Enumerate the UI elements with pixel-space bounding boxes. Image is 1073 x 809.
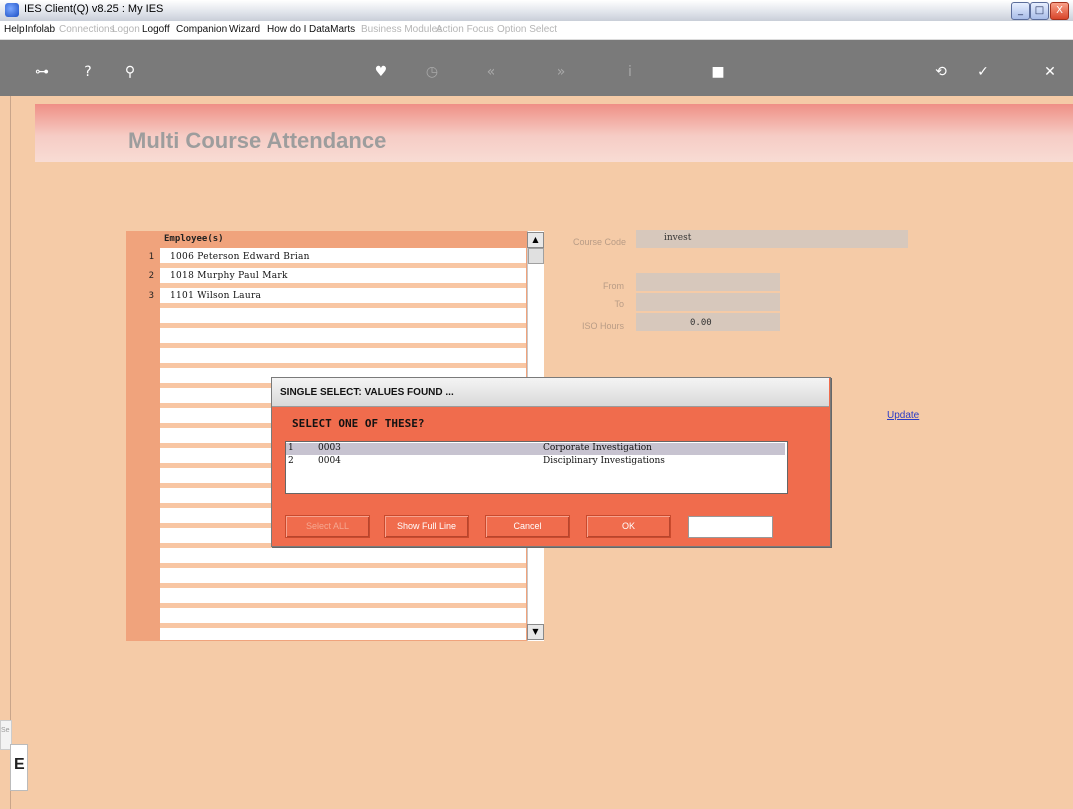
employee-row[interactable]: [160, 588, 526, 603]
heart-icon[interactable]: ♥: [372, 65, 390, 79]
menu-companion[interactable]: Companion: [176, 24, 227, 35]
employee-row[interactable]: [160, 568, 526, 583]
employee-row[interactable]: [160, 308, 526, 323]
employee-row[interactable]: [160, 548, 526, 563]
dialog-list-item[interactable]: 2 0004 Disciplinary Investigations: [286, 456, 785, 468]
dialog-title: SINGLE SELECT: VALUES FOUND ...: [280, 387, 454, 398]
side-panel-char: E: [14, 756, 25, 773]
search-icon[interactable]: ⚲: [121, 65, 139, 79]
window-title: IES Client(Q) v8.25 : My IES: [24, 3, 164, 15]
dialog-item-number: 2: [288, 456, 294, 466]
from-label: From: [603, 281, 624, 291]
employee-row[interactable]: [160, 608, 526, 623]
menu-help[interactable]: Help: [4, 24, 25, 35]
employee-row-number: 2: [148, 271, 154, 281]
menu-logoff[interactable]: Logoff: [142, 24, 170, 35]
dialog-prompt: SELECT ONE OF THESE?: [292, 417, 425, 430]
refresh-icon[interactable]: ⟲: [932, 65, 950, 79]
menu-infolab[interactable]: Infolab: [25, 24, 55, 35]
close-form-icon[interactable]: ✕: [1041, 65, 1059, 79]
to-field[interactable]: [636, 293, 780, 311]
info-icon[interactable]: i: [621, 65, 639, 79]
scroll-thumb[interactable]: [528, 248, 544, 264]
stop-icon[interactable]: ■: [709, 65, 727, 79]
dialog-search-input[interactable]: [688, 516, 773, 538]
dialog-item-number: 1: [288, 443, 294, 453]
iso-hours-value: 0.00: [690, 318, 712, 328]
scroll-down-button[interactable]: ▼: [527, 624, 544, 640]
employee-row-text[interactable]: 1101 Wilson Laura: [170, 291, 261, 301]
menu-logon[interactable]: Logon: [112, 24, 140, 35]
cancel-button[interactable]: Cancel: [485, 515, 570, 538]
scroll-up-button[interactable]: ▲: [527, 232, 544, 248]
dialog-item-code: 0004: [318, 456, 341, 466]
dialog-item-description: Corporate Investigation: [543, 443, 652, 453]
menu-bar: Help Infolab Connections Logon Logoff Co…: [0, 21, 1073, 40]
dialog-item-description: Disciplinary Investigations: [543, 456, 665, 466]
window-titlebar: IES Client(Q) v8.25 : My IES _ □ X: [0, 0, 1073, 22]
update-link[interactable]: Update: [887, 410, 919, 421]
check-icon[interactable]: ✓: [974, 65, 992, 79]
toolbar: ⊶ ? ⚲ ♥ ◷ « » i ■ ⟲ ✓ ✕: [0, 40, 1073, 96]
page-title: Multi Course Attendance: [128, 128, 387, 153]
previous-icon[interactable]: «: [482, 65, 500, 79]
help-icon[interactable]: ?: [79, 65, 97, 79]
employee-row[interactable]: [160, 348, 526, 363]
menu-option-select[interactable]: Option Select: [497, 24, 557, 35]
employee-row[interactable]: [160, 328, 526, 343]
course-code-value: invest: [664, 233, 692, 243]
dialog-item-code: 0003: [318, 443, 341, 453]
app-icon: [5, 3, 19, 17]
select-all-button[interactable]: Select ALL: [285, 515, 370, 538]
from-field[interactable]: [636, 273, 780, 291]
employee-row-number: 3: [148, 291, 154, 301]
iso-hours-label: ISO Hours: [581, 321, 624, 331]
key-icon[interactable]: ⊶: [33, 65, 51, 79]
clock-icon[interactable]: ◷: [423, 65, 441, 79]
minimize-button[interactable]: _: [1011, 2, 1030, 20]
employee-row-text[interactable]: 1006 Peterson Edward Brian: [170, 252, 310, 262]
menu-connections[interactable]: Connections: [59, 24, 115, 35]
menu-datamarts[interactable]: DataMarts: [309, 24, 355, 35]
close-window-button[interactable]: X: [1050, 2, 1069, 20]
menu-business-modules[interactable]: Business Modules: [361, 24, 442, 35]
employee-list-header: Employee(s): [164, 234, 224, 244]
show-full-line-button[interactable]: Show Full Line: [384, 515, 469, 538]
side-panel-text: Se: [1, 727, 10, 734]
employee-row-text[interactable]: 1018 Murphy Paul Mark: [170, 271, 288, 281]
employee-row-number: 1: [148, 252, 154, 262]
maximize-button[interactable]: □: [1030, 2, 1049, 20]
next-icon[interactable]: »: [552, 65, 570, 79]
menu-wizard[interactable]: Wizard: [229, 24, 260, 35]
employee-row[interactable]: [160, 628, 526, 640]
menu-action-focus[interactable]: Action Focus: [436, 24, 494, 35]
menu-how-do-i[interactable]: How do I: [267, 24, 306, 35]
dialog-list-item[interactable]: 1 0003 Corporate Investigation: [286, 443, 785, 455]
to-label: To: [614, 299, 624, 309]
ok-button[interactable]: OK: [586, 515, 671, 538]
course-code-label: Course Code: [572, 237, 626, 247]
